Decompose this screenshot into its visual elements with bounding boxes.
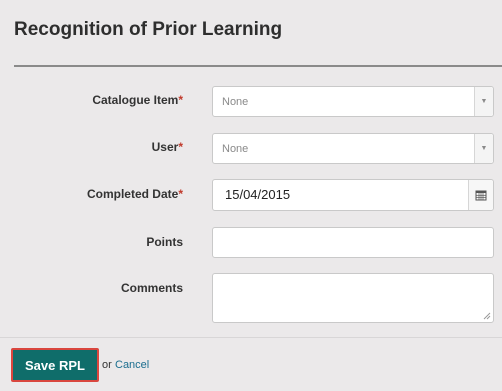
cancel-link[interactable]: Cancel <box>115 359 149 371</box>
required-marker: * <box>178 140 183 154</box>
completed-date-label: Completed Date* <box>0 187 183 201</box>
required-marker: * <box>178 93 183 107</box>
points-input[interactable] <box>212 227 494 258</box>
user-select[interactable]: None ▼ <box>212 133 494 164</box>
comments-label: Comments <box>0 281 183 295</box>
required-marker: * <box>178 187 183 201</box>
points-label-text: Points <box>146 235 183 249</box>
points-label: Points <box>0 235 183 249</box>
resize-handle-icon[interactable] <box>483 312 491 320</box>
completed-date-value[interactable]: 15/04/2015 <box>225 187 290 202</box>
footer-divider <box>0 337 502 338</box>
user-label-text: User <box>151 140 179 154</box>
catalogue-item-label: Catalogue Item* <box>0 93 183 107</box>
catalogue-item-label-text: Catalogue Item <box>92 93 179 107</box>
chevron-down-icon[interactable]: ▼ <box>474 87 493 116</box>
catalogue-item-selected-value: None <box>222 96 249 108</box>
completed-date-label-text: Completed Date <box>86 187 179 201</box>
catalogue-item-select[interactable]: None ▼ <box>212 86 494 117</box>
save-rpl-button[interactable]: Save RPL <box>11 348 99 382</box>
page-title: Recognition of Prior Learning <box>14 19 283 40</box>
title-divider <box>14 65 502 67</box>
user-selected-value: None <box>222 143 249 155</box>
comments-textarea[interactable] <box>212 273 494 323</box>
calendar-picker-button[interactable] <box>468 180 493 210</box>
calendar-icon <box>475 190 487 201</box>
completed-date-field[interactable]: 15/04/2015 <box>212 179 494 211</box>
or-text: or <box>102 359 112 371</box>
user-label: User* <box>0 140 183 154</box>
comments-label-text: Comments <box>120 281 183 295</box>
chevron-down-icon[interactable]: ▼ <box>474 134 493 163</box>
